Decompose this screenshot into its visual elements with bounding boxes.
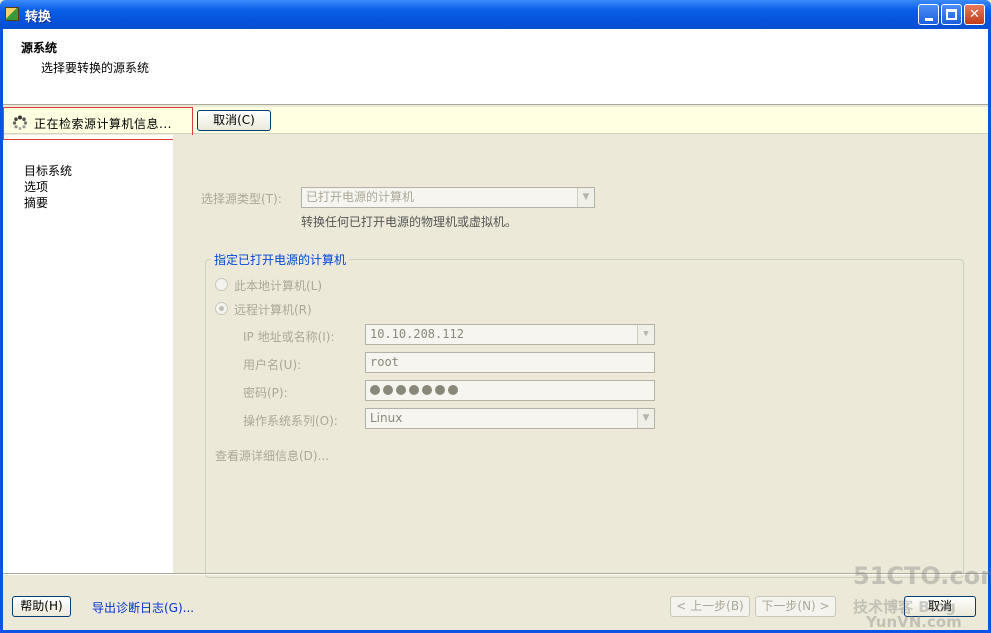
window-frame: 转换 ✕ 源系统 选择要转换的源系统 目标系统 选项 摘要 正在检索源计算机信息… (0, 0, 991, 633)
os-family-select[interactable]: Linux ▼ (365, 408, 655, 429)
export-diagnostic-log-link[interactable]: 导出诊断日志(G)... (92, 599, 194, 616)
status-highlight: 正在检索源计算机信息... (3, 107, 193, 140)
remote-computer-radio[interactable] (215, 302, 228, 315)
title-bar[interactable]: 转换 ✕ (0, 0, 991, 29)
main-panel: 选择源类型(T): 已打开电源的计算机 ▼ 转换任何已打开电源的物理机或虚拟机。… (173, 135, 988, 578)
view-source-details-link[interactable]: 查看源详细信息(D)... (215, 447, 329, 464)
watermark-51cto: 51CTO.com (853, 562, 991, 590)
local-computer-radio[interactable] (215, 278, 228, 291)
password-dot (435, 385, 445, 395)
close-icon: ✕ (969, 7, 980, 22)
local-computer-label: 此本地计算机(L) (234, 279, 323, 293)
chevron-down-icon[interactable]: ▼ (637, 409, 654, 428)
close-button[interactable]: ✕ (964, 4, 985, 25)
ip-address-combo[interactable]: 10.10.208.112 ▼ (365, 324, 655, 345)
status-text: 正在检索源计算机信息... (34, 117, 172, 131)
page-subtitle: 选择要转换的源系统 (41, 61, 150, 75)
source-type-hint: 转换任何已打开电源的物理机或虚拟机。 (301, 215, 518, 229)
wizard-footer: 帮助(H) 导出诊断日志(G)... < 上一步(B) 下一步(N) > 取消 (3, 574, 988, 630)
client-area: 源系统 选择要转换的源系统 目标系统 选项 摘要 正在检索源计算机信息... 取… (3, 29, 988, 630)
nav-item-target-system[interactable]: 目标系统 (24, 162, 72, 179)
maximize-icon (946, 9, 957, 20)
left-navigation: 目标系统 选项 摘要 (3, 135, 173, 573)
source-type-select[interactable]: 已打开电源的计算机 ▼ (301, 187, 595, 208)
nav-item-summary[interactable]: 摘要 (24, 194, 48, 211)
password-dot (396, 385, 406, 395)
status-cancel-button[interactable]: 取消(C) (197, 110, 271, 131)
next-button[interactable]: 下一步(N) > (755, 596, 836, 617)
wizard-header: 源系统 选择要转换的源系统 (3, 29, 988, 105)
password-mask (370, 383, 461, 397)
chevron-down-icon[interactable]: ▼ (577, 188, 594, 207)
status-strip: 正在检索源计算机信息... 取消(C) (3, 107, 988, 140)
source-type-label: 选择源类型(T): (201, 192, 282, 206)
app-icon (5, 7, 19, 21)
password-dot (383, 385, 393, 395)
os-family-value: Linux (370, 411, 403, 425)
ip-address-value: 10.10.208.112 (370, 327, 464, 341)
username-field[interactable]: root (365, 352, 655, 373)
help-button[interactable]: 帮助(H) (12, 596, 71, 617)
password-dot (422, 385, 432, 395)
nav-item-options[interactable]: 选项 (24, 178, 48, 195)
password-field[interactable] (365, 380, 655, 401)
minimize-icon (925, 18, 933, 21)
remote-computer-label: 远程计算机(R) (234, 303, 312, 317)
back-button[interactable]: < 上一步(B) (670, 596, 750, 617)
maximize-button[interactable] (941, 4, 962, 25)
chevron-down-icon[interactable]: ▼ (637, 325, 654, 344)
source-type-value: 已打开电源的计算机 (306, 190, 415, 204)
username-label: 用户名(U): (243, 358, 302, 372)
password-dot (448, 385, 458, 395)
loading-spinner-icon (12, 115, 28, 130)
page-title: 源系统 (21, 41, 58, 55)
password-dot (370, 385, 380, 395)
password-dot (409, 385, 419, 395)
window-title: 转换 (25, 10, 52, 25)
password-label: 密码(P): (243, 386, 288, 400)
os-family-label: 操作系统系列(O): (243, 414, 338, 428)
group-title: 指定已打开电源的计算机 (211, 251, 350, 268)
watermark-yunvn: YunVN.com (866, 613, 962, 631)
ip-label: IP 地址或名称(I): (243, 330, 335, 344)
minimize-button[interactable] (918, 4, 939, 25)
